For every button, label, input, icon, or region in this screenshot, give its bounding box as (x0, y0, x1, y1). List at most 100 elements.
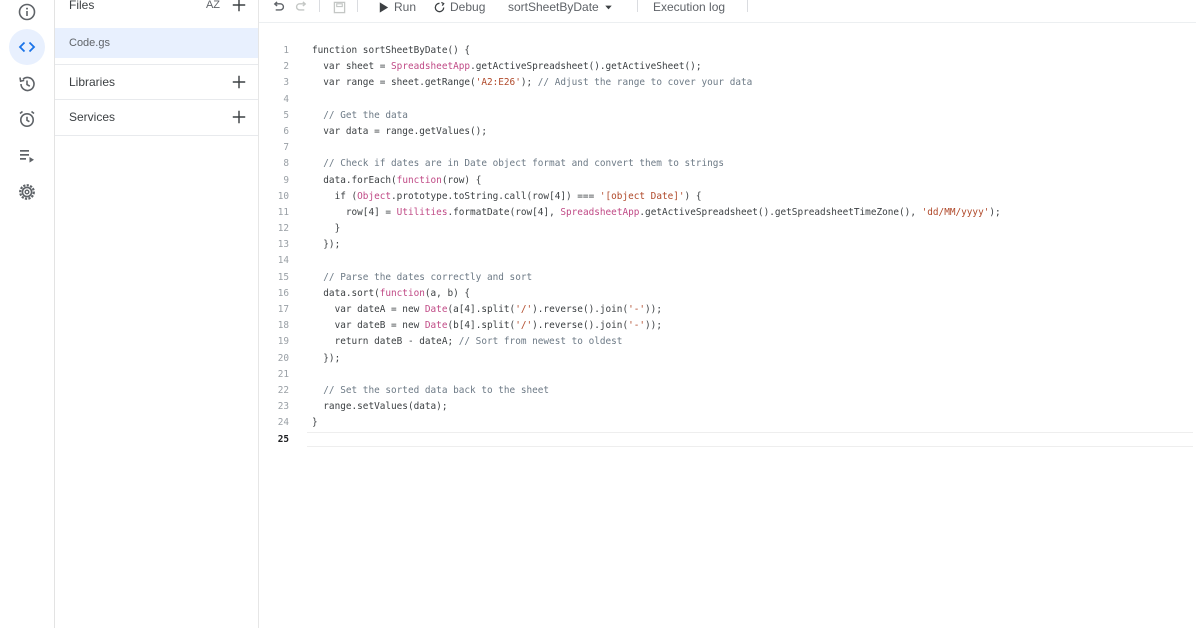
line-number: 2 (283, 61, 289, 73)
add-library-button[interactable] (230, 73, 248, 91)
undo-icon (273, 0, 285, 11)
line-number: 3 (283, 77, 289, 89)
code-token: function sortSheetByDate() { (312, 45, 471, 56)
code-line[interactable]: 4 (259, 92, 1196, 108)
code-token: '/' (515, 304, 533, 315)
function-selector-value: sortSheetByDate (508, 0, 599, 14)
settings-icon (19, 184, 35, 200)
line-number: 7 (283, 142, 289, 154)
code-line[interactable]: 17 var dateA = new Date(a[4].split('/').… (259, 302, 1196, 318)
code-line[interactable]: 5 // Get the data (259, 108, 1196, 124)
services-label: Services (69, 110, 116, 124)
line-number: 8 (283, 158, 289, 170)
project-history-button[interactable] (9, 66, 45, 102)
editor-button[interactable] (9, 29, 45, 65)
code-line[interactable]: 12 } (259, 221, 1196, 237)
line-content: // Get the data (312, 108, 408, 124)
line-number: 12 (277, 223, 289, 235)
code-line[interactable]: 7 (259, 140, 1196, 156)
line-number: 6 (283, 125, 289, 137)
plus-icon (232, 0, 246, 12)
code-line[interactable]: 21 (259, 367, 1196, 383)
save-project-button[interactable] (333, 0, 346, 14)
sort-az-icon: AZ (205, 0, 221, 11)
libraries-row: Libraries (55, 65, 258, 99)
run-label: Run (394, 0, 417, 14)
function-selector[interactable]: sortSheetByDate (508, 0, 613, 14)
code-token: SpreadsheetApp (560, 206, 640, 218)
code-line[interactable]: 19 return dateB - dateA; // Sort from ne… (259, 334, 1196, 350)
play-icon (379, 1, 389, 13)
line-number: 20 (277, 352, 289, 364)
file-item-code-gs[interactable]: Code.gs (55, 28, 258, 58)
line-number: 17 (277, 304, 289, 315)
line-content: }); (312, 237, 340, 253)
save-icon (333, 1, 346, 13)
execution-log-button[interactable]: Execution log (653, 0, 725, 14)
code-line[interactable]: 16 data.sort(function(a, b) { (259, 286, 1196, 302)
code-line[interactable]: 10 if (Object.prototype.toString.call(ro… (259, 189, 1196, 205)
code-token: } (312, 223, 341, 235)
code-token: )); (645, 304, 662, 315)
line-content: } (312, 415, 318, 431)
services-row: Services (55, 100, 258, 134)
overview-button[interactable] (9, 0, 45, 30)
line-number: 19 (277, 336, 289, 348)
code-line[interactable]: 9 data.forEach(function(row) { (259, 173, 1196, 189)
project-settings-button[interactable] (9, 174, 45, 210)
line-content: data.forEach(function(row) { (312, 173, 481, 189)
code-line[interactable]: 11 row[4] = Utilities.formatDate(row[4],… (259, 205, 1196, 221)
line-number: 10 (277, 190, 289, 202)
code-line[interactable]: 13 }); (259, 237, 1196, 253)
code-line[interactable]: 6 var data = range.getValues(); (259, 124, 1196, 140)
code-line[interactable]: 3 var range = sheet.getRange('A2:E26'); … (259, 75, 1196, 91)
code-line[interactable]: 8 // Check if dates are in Date object f… (259, 156, 1196, 172)
code-token: Date (424, 304, 448, 315)
line-number: 9 (283, 174, 289, 186)
code-token: data.forEach( (312, 174, 397, 186)
debug-button[interactable]: Debug (433, 0, 485, 14)
code-token: // Sort from newest to oldest (453, 336, 623, 348)
code-line[interactable]: 25 (259, 431, 1196, 448)
code-line[interactable]: 18 var dateB = new Date(b[4].split('/').… (259, 318, 1196, 334)
files-header-label: Files (69, 0, 95, 12)
code-token: '/' (515, 320, 533, 332)
code-line[interactable]: 2 var sheet = SpreadsheetApp.getActiveSp… (259, 59, 1196, 75)
code-line[interactable]: 14 (259, 253, 1196, 269)
run-button[interactable]: Run (377, 0, 416, 14)
code-token: var data = range.getValues(); (312, 125, 487, 137)
line-number: 18 (277, 320, 289, 332)
code-token: var sheet = (312, 61, 392, 73)
executions-button[interactable] (9, 138, 45, 174)
add-service-button[interactable] (230, 108, 248, 126)
add-file-button[interactable] (230, 0, 248, 14)
code-token: (a[4].split( (447, 304, 516, 315)
line-number: 11 (277, 206, 289, 218)
line-content: var data = range.getValues(); (312, 124, 487, 140)
code-editor[interactable]: 1 function sortSheetByDate() { 2 var sheet… (259, 23, 1196, 628)
left-navigation-rail (0, 0, 55, 628)
redo-button[interactable] (295, 0, 308, 14)
code-token: '-' (628, 304, 646, 315)
code-line[interactable]: 24} (259, 415, 1196, 431)
line-number: 1 (283, 45, 289, 56)
triggers-button[interactable] (9, 101, 45, 137)
sort-files-button[interactable]: AZ (202, 0, 224, 14)
code-token: Object (357, 190, 392, 202)
execution-log-label: Execution log (653, 0, 726, 14)
undo-button[interactable] (272, 0, 285, 14)
code-line[interactable]: 15 // Parse the dates correctly and sort (259, 270, 1196, 286)
code-line[interactable]: 23 range.setValues(data); (259, 399, 1196, 415)
code-lines[interactable]: 1 function sortSheetByDate() { 2 var sheet… (259, 43, 1196, 448)
line-content: var sheet = SpreadsheetApp.getActiveSpre… (312, 59, 701, 75)
toolbar-divider (747, 0, 748, 12)
line-content: // Check if dates are in Date object for… (312, 156, 724, 172)
code-line[interactable]: 20 }); (259, 351, 1196, 367)
executions-icon (20, 150, 34, 163)
code-line[interactable]: 1 function sortSheetByDate() { (259, 43, 1196, 59)
code-token: .getActiveSpreadsheet().getActiveSheet()… (470, 61, 702, 73)
overview-icon (18, 3, 36, 21)
code-line[interactable]: 22 // Set the sorted data back to the sh… (259, 383, 1196, 399)
code-token: var dateA = new (312, 304, 425, 315)
line-content: range.setValues(data); (312, 399, 447, 415)
